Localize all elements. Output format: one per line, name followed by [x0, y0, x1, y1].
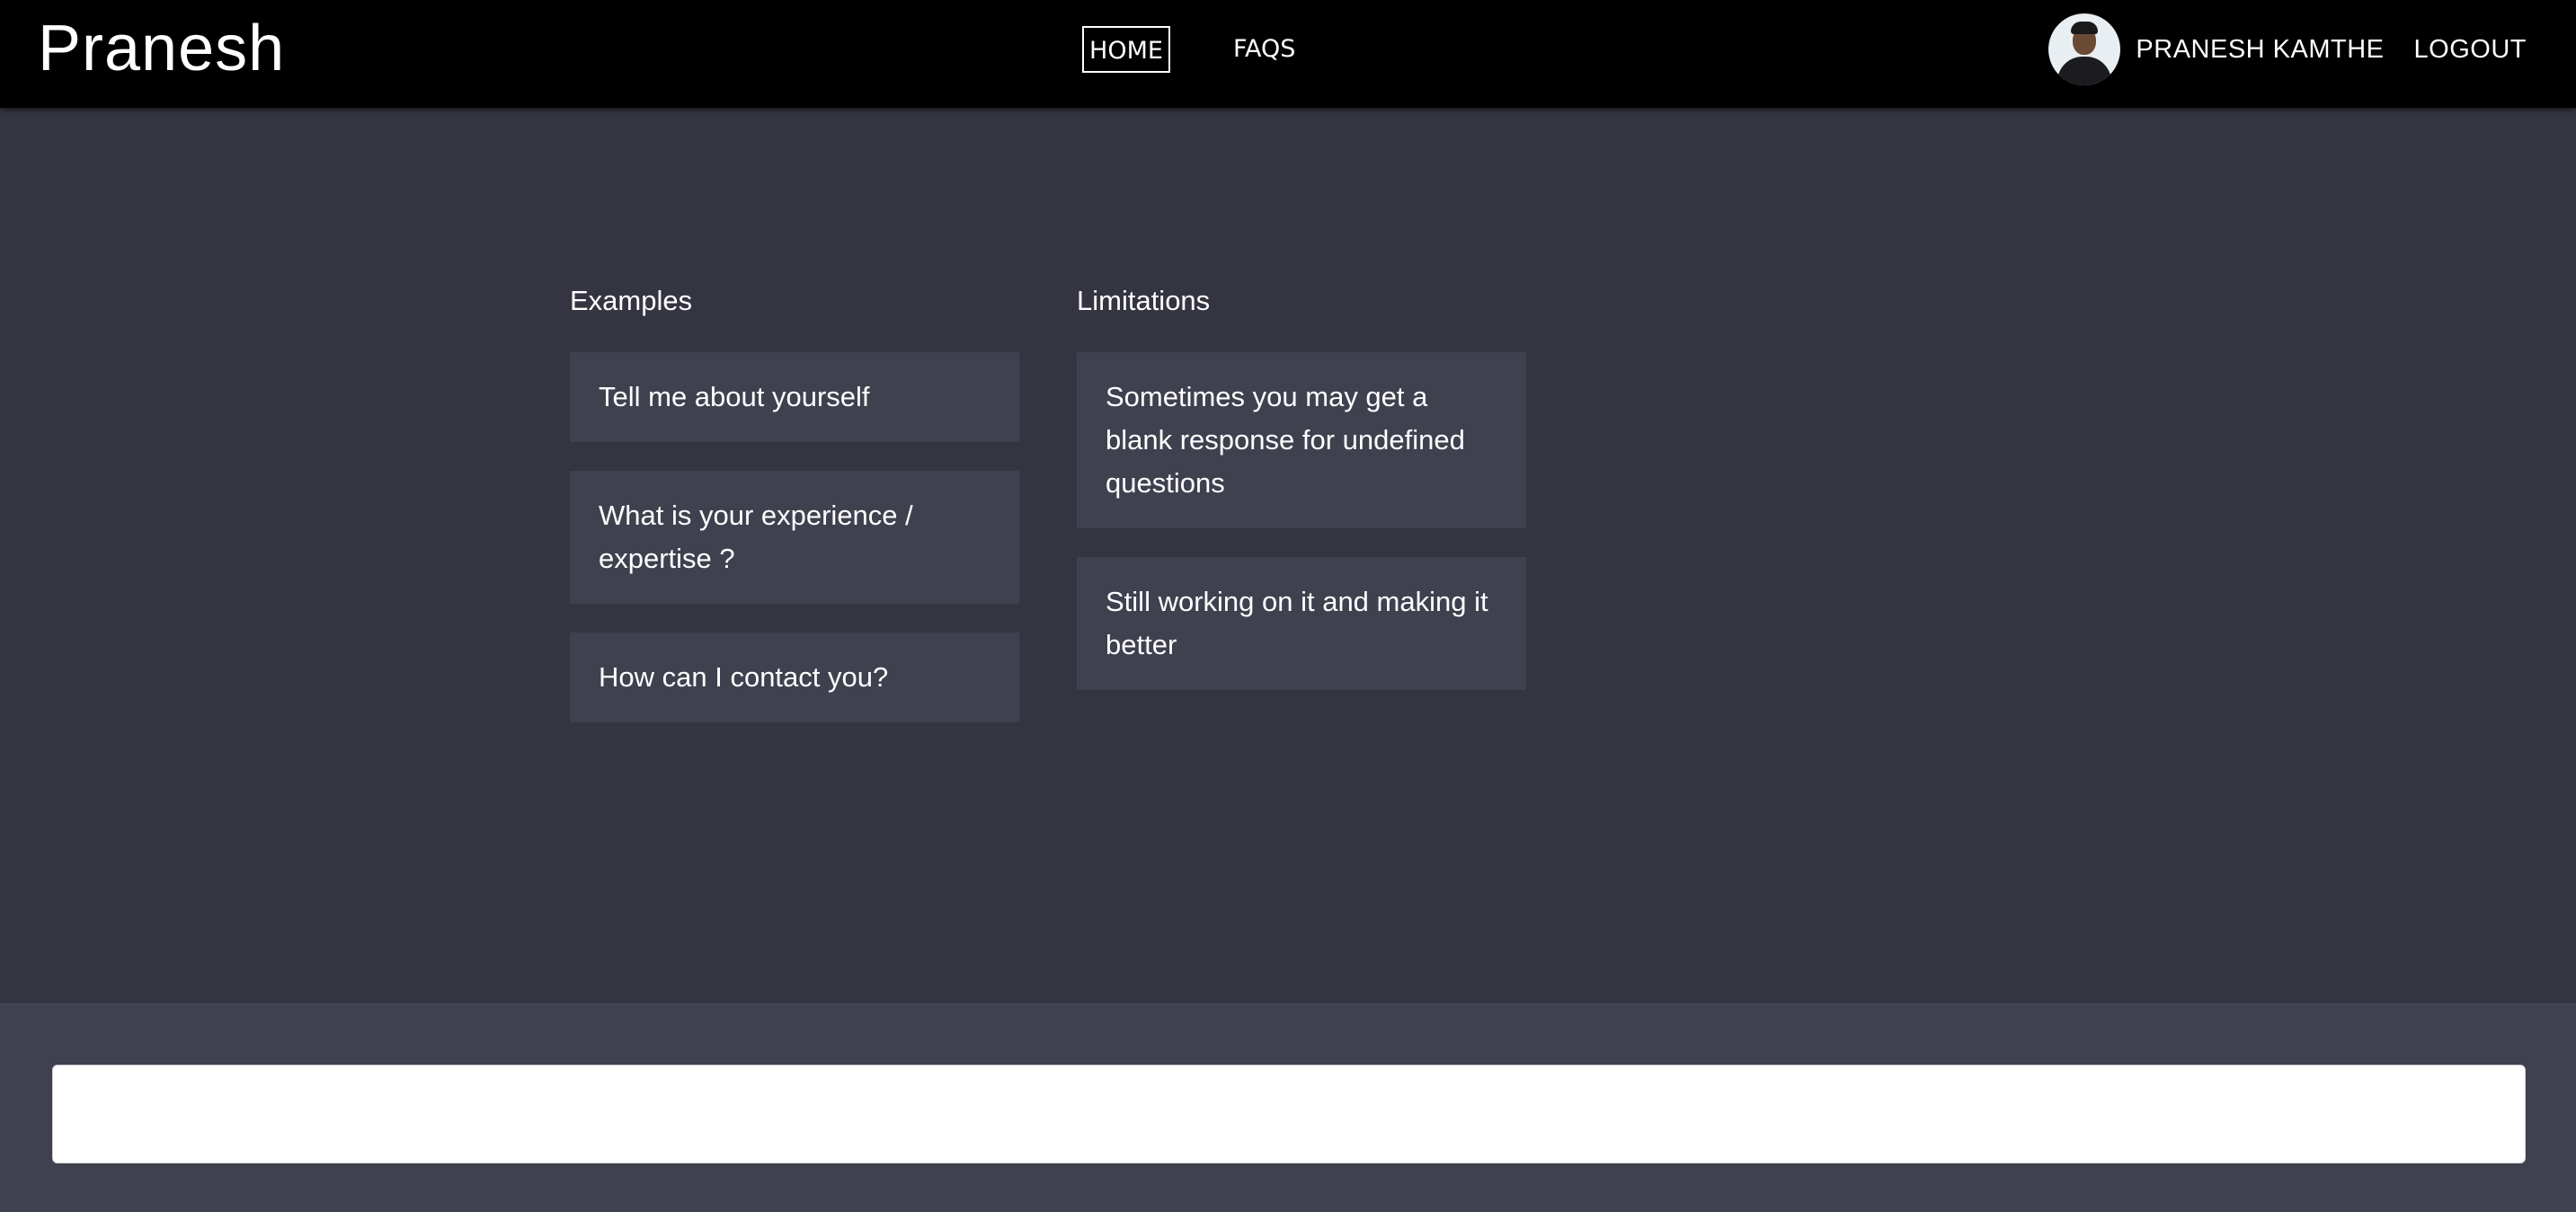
example-card[interactable]: Tell me about yourself [570, 352, 1019, 442]
examples-column: Examples Tell me about yourself What is … [570, 283, 1019, 751]
chat-input[interactable] [52, 1065, 2526, 1163]
top-navbar: Pranesh HOME FAQS PRANESH KAMTHE LOGOUT [0, 0, 2576, 108]
brand-logo[interactable]: Pranesh [38, 11, 285, 86]
user-menu: PRANESH KAMTHE LOGOUT [2048, 13, 2527, 85]
limitation-card: Sometimes you may get a blank response f… [1077, 352, 1526, 528]
example-card[interactable]: What is your experience / expertise ? [570, 471, 1019, 604]
avatar-hair-shape [2071, 22, 2099, 34]
nav-link-faqs[interactable]: FAQS [1226, 26, 1302, 73]
limitations-heading: Limitations [1077, 285, 1211, 316]
nav-link-home[interactable]: HOME [1082, 26, 1170, 73]
user-avatar[interactable] [2048, 13, 2121, 85]
limitation-card: Still working on it and making it better [1077, 557, 1526, 690]
logout-button[interactable]: LOGOUT [2414, 35, 2527, 65]
limitations-column: Limitations Sometimes you may get a blan… [1077, 283, 1526, 719]
avatar-body-shape [2057, 57, 2112, 85]
examples-heading: Examples [570, 285, 693, 316]
chat-footer [0, 1004, 2576, 1212]
user-name[interactable]: PRANESH KAMTHE [2136, 35, 2384, 65]
example-card[interactable]: How can I contact you? [570, 633, 1019, 722]
nav-links: HOME FAQS [1082, 26, 1302, 73]
